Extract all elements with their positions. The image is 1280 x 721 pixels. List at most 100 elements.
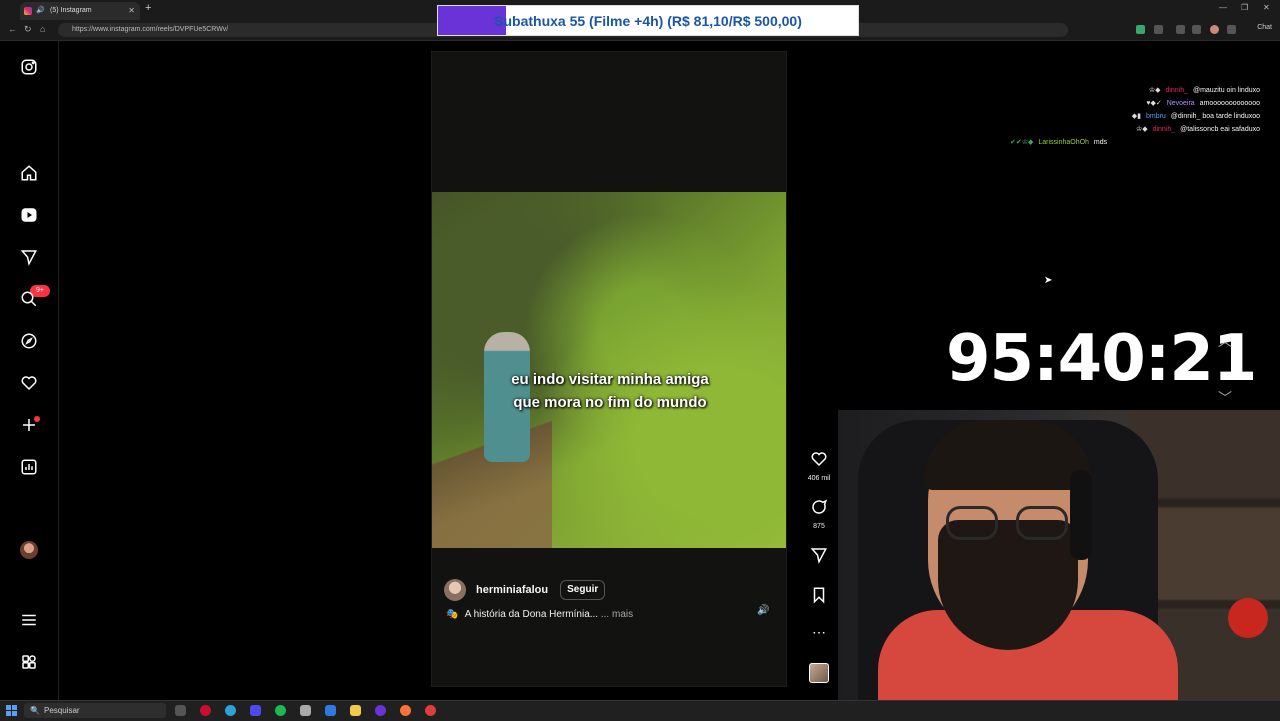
create-plus-icon[interactable]	[19, 415, 39, 435]
app-icon[interactable]	[425, 705, 436, 716]
share-action[interactable]	[805, 546, 833, 569]
chat-username: bmbru	[1145, 113, 1166, 120]
more-link[interactable]: ... mais	[601, 609, 633, 620]
chat-username: dinnih_	[1165, 87, 1189, 94]
chat-badge-icons: ◆▮	[1131, 113, 1142, 120]
home-icon[interactable]: ⌂	[40, 24, 45, 34]
chat-message: ✔✔♔◆ LarissinhaOhOh mds	[1010, 136, 1260, 149]
follow-button[interactable]: Seguir	[560, 580, 606, 600]
reel-description[interactable]: 🎭 A história da Dona Hermínia... ... mai…	[446, 609, 633, 620]
chat-badge-icons: ✔✔♔◆	[1010, 139, 1034, 146]
spotify-app-icon[interactable]	[275, 705, 286, 716]
red-ball	[1228, 598, 1268, 638]
app-icon[interactable]	[250, 705, 261, 716]
share-icon[interactable]	[809, 546, 829, 564]
minimize-icon[interactable]: —	[1219, 3, 1227, 12]
subathon-timer: 95:40:21	[946, 322, 1257, 396]
instagram-sidebar: 9+	[0, 41, 59, 700]
chat-badge-icons: ♔◆	[1148, 87, 1161, 94]
like-action[interactable]: 406 mil	[805, 450, 833, 482]
task-view-icon[interactable]	[175, 705, 186, 716]
reload-icon[interactable]: ↻	[24, 24, 32, 35]
edge-app-icon[interactable]	[225, 705, 236, 716]
chat-message: ♔◆ dinnih_ @mauzitu oin linduxo	[1010, 84, 1260, 97]
explore-compass-icon[interactable]	[19, 331, 39, 351]
close-window-icon[interactable]: ✕	[1263, 3, 1270, 12]
extension-icon[interactable]	[1136, 25, 1145, 34]
taskbar-search[interactable]: 🔍 Pesquisar	[24, 703, 166, 718]
comment-action[interactable]: 875	[805, 498, 833, 530]
new-tab-icon[interactable]: +	[145, 2, 151, 14]
volume-icon[interactable]: 🔊	[757, 605, 769, 616]
heart-icon[interactable]	[809, 450, 829, 468]
opera-app-icon[interactable]	[200, 705, 211, 716]
chat-username: Nevoeira	[1166, 100, 1195, 107]
chat-message: ◆▮ bmbru @dinnih_ boa tarde linduxoo	[1010, 110, 1260, 123]
streamer-headset	[1070, 470, 1092, 560]
windows-start-icon[interactable]	[6, 705, 17, 716]
refresh-extension-icon[interactable]	[1154, 25, 1163, 34]
subathon-banner: Subathuxa 55 (Filme +4h) (R$ 81,10/R$ 50…	[437, 5, 859, 36]
mouse-cursor-icon: ➤	[1044, 275, 1053, 286]
app-icon[interactable]	[375, 705, 386, 716]
more-apps-icon[interactable]	[19, 652, 39, 672]
comment-icon[interactable]	[809, 498, 829, 516]
reel-author-row: herminiafalou Seguir	[444, 579, 606, 601]
search-icon[interactable]	[19, 289, 39, 309]
restore-icon[interactable]: ❐	[1241, 3, 1248, 12]
stream-chat: ♔◆ dinnih_ @mauzitu oin linduxo ♥◆✓ Nevo…	[1010, 84, 1260, 149]
caption-line-2: que mora no fim do mundo	[513, 394, 707, 411]
file-explorer-icon[interactable]	[350, 705, 361, 716]
streamer-webcam	[838, 410, 1280, 700]
caption-line-1: eu indo visitar minha amiga	[511, 371, 709, 388]
messages-nav-icon[interactable]	[19, 247, 39, 267]
dashboard-icon[interactable]	[19, 457, 39, 477]
search-icon: 🔍	[30, 706, 40, 715]
scroll-up-chevron-icon[interactable]: ︿	[1218, 331, 1232, 351]
author-username[interactable]: herminiafalou	[476, 584, 548, 596]
chat-message: ♥◆✓ Nevoeira amooooooooooooo	[1010, 97, 1260, 110]
chat-text: @talissoncb eai safaduxo	[1180, 126, 1260, 133]
back-icon[interactable]: ←	[8, 24, 17, 34]
windows-taskbar: 🔍 Pesquisar	[0, 700, 1280, 721]
favorites-icon[interactable]	[1192, 25, 1201, 34]
reel-container[interactable]: eu indo visitar minha amiga que mora no …	[431, 51, 787, 687]
firefox-app-icon[interactable]	[400, 705, 411, 716]
speaker-icon[interactable]: 🔊	[36, 2, 45, 20]
app-icon[interactable]	[325, 705, 336, 716]
profile-avatar[interactable]	[20, 541, 38, 559]
scroll-down-chevron-icon[interactable]: ﹀	[1218, 388, 1232, 408]
heart-notifications-icon[interactable]	[19, 373, 39, 393]
chat-username: LarissinhaOhOh	[1038, 139, 1089, 146]
audio-thumbnail[interactable]	[809, 663, 829, 683]
more-options-icon[interactable]: ⋯	[805, 624, 833, 641]
chat-text: @dinnih_ boa tarde linduxoo	[1170, 113, 1260, 120]
video-caption: eu indo visitar minha amiga que mora no …	[432, 368, 786, 414]
extensions-icon[interactable]	[1176, 25, 1185, 34]
browser-tab-instagram[interactable]: 🔊 (5) Instagram ✕	[20, 2, 140, 20]
chat-text: @mauzitu oin linduxo	[1192, 87, 1260, 94]
author-avatar[interactable]	[444, 579, 466, 601]
save-action[interactable]	[805, 586, 833, 609]
comments-count: 875	[813, 523, 825, 530]
chat-badge-icons: ♔◆	[1135, 126, 1148, 133]
chat-text: amooooooooooooo	[1199, 100, 1260, 107]
instagram-logo-icon[interactable]	[19, 57, 39, 77]
chat-badge-icons: ♥◆✓	[1146, 100, 1162, 107]
likes-count: 406 mil	[807, 475, 831, 482]
instagram-favicon-icon	[24, 7, 32, 15]
hamburger-menu-icon[interactable]	[19, 610, 39, 630]
taskbar-search-placeholder: Pesquisar	[44, 706, 80, 715]
profile-avatar-icon[interactable]	[1210, 25, 1219, 34]
bookmark-icon[interactable]	[809, 586, 829, 604]
app-icon[interactable]	[300, 705, 311, 716]
menu-dots-icon[interactable]	[1227, 25, 1236, 34]
chat-username: dinnih_	[1152, 126, 1176, 133]
home-nav-icon[interactable]	[19, 163, 39, 183]
streamer-glasses	[946, 506, 1070, 540]
close-tab-icon[interactable]: ✕	[128, 2, 135, 20]
tab-title: (5) Instagram	[50, 7, 92, 14]
reels-nav-icon[interactable]	[19, 205, 39, 225]
reel-video[interactable]: eu indo visitar minha amiga que mora no …	[432, 192, 786, 548]
chat-extension-label[interactable]: Chat	[1257, 24, 1272, 31]
